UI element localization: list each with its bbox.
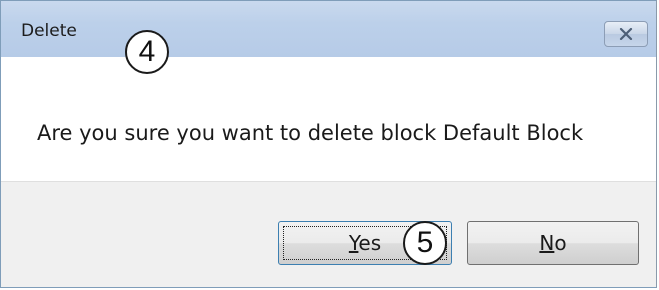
yes-mnemonic: Y xyxy=(348,231,359,255)
close-icon xyxy=(619,28,633,40)
title-bar[interactable]: Delete xyxy=(1,1,656,57)
no-mnemonic: N xyxy=(539,231,555,255)
no-button[interactable]: No xyxy=(467,221,639,265)
yes-label-rest: es xyxy=(358,231,382,255)
confirm-message: Are you sure you want to delete block De… xyxy=(37,121,584,145)
message-area: Are you sure you want to delete block De… xyxy=(1,57,656,181)
no-button-label: No xyxy=(539,231,566,255)
yes-button-label: Yes xyxy=(349,231,381,255)
callout-marker-5: 5 xyxy=(403,221,447,265)
callout-marker-4: 4 xyxy=(125,30,169,74)
button-bar: Yes No xyxy=(1,181,656,287)
window-title: Delete xyxy=(21,21,77,41)
no-label-rest: o xyxy=(554,231,567,255)
delete-dialog: Delete Are you sure you want to delete b… xyxy=(0,0,657,288)
close-button[interactable] xyxy=(604,21,648,47)
